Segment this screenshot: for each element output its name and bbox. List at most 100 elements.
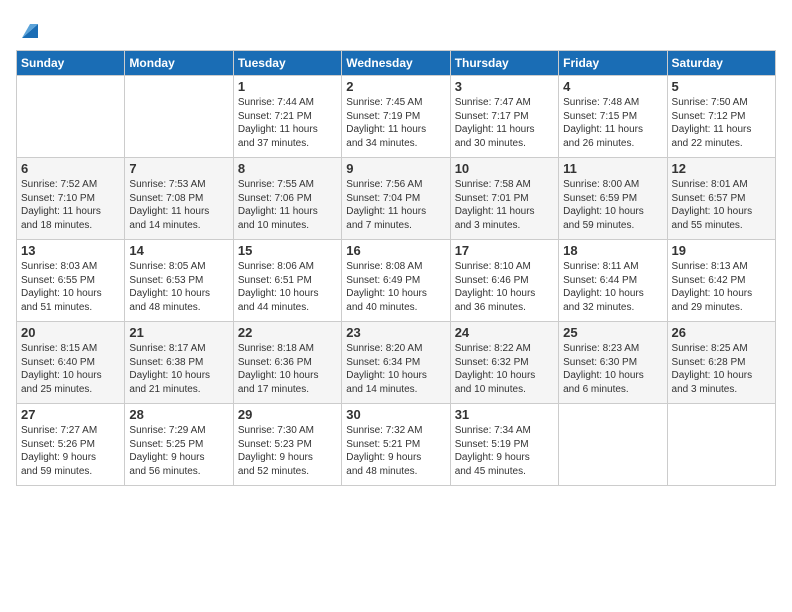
calendar-cell: 24 Sunrise: 8:22 AM Sunset: 6:32 PM Dayli… (450, 322, 558, 404)
day-number: 20 (21, 325, 120, 340)
day-info: Sunrise: 8:06 AM Sunset: 6:51 PM Dayligh… (238, 260, 337, 314)
day-number: 30 (346, 407, 445, 422)
day-info: Sunrise: 8:13 AM Sunset: 6:42 PM Dayligh… (672, 260, 771, 314)
day-info: Sunrise: 7:27 AM Sunset: 5:26 PM Dayligh… (21, 424, 120, 478)
calendar-cell: 6 Sunrise: 7:52 AM Sunset: 7:10 PM Daylig… (17, 158, 125, 240)
day-info: Sunrise: 8:18 AM Sunset: 6:36 PM Dayligh… (238, 342, 337, 396)
calendar-cell: 31 Sunrise: 7:34 AM Sunset: 5:19 PM Dayli… (450, 404, 558, 486)
calendar-cell (559, 404, 667, 486)
day-number: 31 (455, 407, 554, 422)
day-number: 13 (21, 243, 120, 258)
calendar-cell: 1 Sunrise: 7:44 AM Sunset: 7:21 PM Daylig… (233, 76, 341, 158)
day-number: 1 (238, 79, 337, 94)
day-info: Sunrise: 8:00 AM Sunset: 6:59 PM Dayligh… (563, 178, 662, 232)
day-info: Sunrise: 7:45 AM Sunset: 7:19 PM Dayligh… (346, 96, 445, 150)
calendar-cell: 20 Sunrise: 8:15 AM Sunset: 6:40 PM Dayli… (17, 322, 125, 404)
day-number: 21 (129, 325, 228, 340)
day-info: Sunrise: 7:34 AM Sunset: 5:19 PM Dayligh… (455, 424, 554, 478)
day-info: Sunrise: 8:03 AM Sunset: 6:55 PM Dayligh… (21, 260, 120, 314)
day-info: Sunrise: 7:58 AM Sunset: 7:01 PM Dayligh… (455, 178, 554, 232)
day-header-wednesday: Wednesday (342, 51, 450, 76)
day-info: Sunrise: 8:11 AM Sunset: 6:44 PM Dayligh… (563, 260, 662, 314)
calendar-week-2: 6 Sunrise: 7:52 AM Sunset: 7:10 PM Daylig… (17, 158, 776, 240)
calendar-cell: 19 Sunrise: 8:13 AM Sunset: 6:42 PM Dayli… (667, 240, 775, 322)
day-info: Sunrise: 8:17 AM Sunset: 6:38 PM Dayligh… (129, 342, 228, 396)
calendar-cell: 11Sunrise: 8:00 AM Sunset: 6:59 PM Dayli… (559, 158, 667, 240)
day-info: Sunrise: 7:50 AM Sunset: 7:12 PM Dayligh… (672, 96, 771, 150)
day-number: 22 (238, 325, 337, 340)
day-number: 6 (21, 161, 120, 176)
calendar-cell: 26 Sunrise: 8:25 AM Sunset: 6:28 PM Dayli… (667, 322, 775, 404)
day-info: Sunrise: 7:56 AM Sunset: 7:04 PM Dayligh… (346, 178, 445, 232)
calendar-cell: 29 Sunrise: 7:30 AM Sunset: 5:23 PM Dayli… (233, 404, 341, 486)
day-header-tuesday: Tuesday (233, 51, 341, 76)
day-number: 15 (238, 243, 337, 258)
logo (16, 12, 42, 42)
logo-icon (18, 14, 42, 42)
day-info: Sunrise: 8:20 AM Sunset: 6:34 PM Dayligh… (346, 342, 445, 396)
page: SundayMondayTuesdayWednesdayThursdayFrid… (0, 0, 792, 612)
day-number: 4 (563, 79, 662, 94)
day-number: 24 (455, 325, 554, 340)
day-info: Sunrise: 7:48 AM Sunset: 7:15 PM Dayligh… (563, 96, 662, 150)
calendar-cell: 10 Sunrise: 7:58 AM Sunset: 7:01 PM Dayli… (450, 158, 558, 240)
day-number: 14 (129, 243, 228, 258)
day-number: 25 (563, 325, 662, 340)
day-info: Sunrise: 8:23 AM Sunset: 6:30 PM Dayligh… (563, 342, 662, 396)
calendar-week-4: 20 Sunrise: 8:15 AM Sunset: 6:40 PM Dayli… (17, 322, 776, 404)
day-info: Sunrise: 8:25 AM Sunset: 6:28 PM Dayligh… (672, 342, 771, 396)
calendar-cell: 3Sunrise: 7:47 AM Sunset: 7:17 PM Daylig… (450, 76, 558, 158)
calendar-cell: 27 Sunrise: 7:27 AM Sunset: 5:26 PM Dayli… (17, 404, 125, 486)
calendar-cell: 28 Sunrise: 7:29 AM Sunset: 5:25 PM Dayli… (125, 404, 233, 486)
calendar-cell: 7 Sunrise: 7:53 AM Sunset: 7:08 PM Daylig… (125, 158, 233, 240)
day-header-thursday: Thursday (450, 51, 558, 76)
calendar-cell: 25 Sunrise: 8:23 AM Sunset: 6:30 PM Dayli… (559, 322, 667, 404)
day-number: 27 (21, 407, 120, 422)
calendar-header-row: SundayMondayTuesdayWednesdayThursdayFrid… (17, 51, 776, 76)
day-info: Sunrise: 8:05 AM Sunset: 6:53 PM Dayligh… (129, 260, 228, 314)
day-info: Sunrise: 7:47 AM Sunset: 7:17 PM Dayligh… (455, 96, 554, 150)
day-info: Sunrise: 7:53 AM Sunset: 7:08 PM Dayligh… (129, 178, 228, 232)
day-number: 10 (455, 161, 554, 176)
calendar-cell: 22 Sunrise: 8:18 AM Sunset: 6:36 PM Dayli… (233, 322, 341, 404)
day-number: 29 (238, 407, 337, 422)
calendar-week-5: 27 Sunrise: 7:27 AM Sunset: 5:26 PM Dayli… (17, 404, 776, 486)
day-info: Sunrise: 8:10 AM Sunset: 6:46 PM Dayligh… (455, 260, 554, 314)
calendar-cell: 8Sunrise: 7:55 AM Sunset: 7:06 PM Daylig… (233, 158, 341, 240)
day-number: 9 (346, 161, 445, 176)
day-info: Sunrise: 8:01 AM Sunset: 6:57 PM Dayligh… (672, 178, 771, 232)
day-number: 18 (563, 243, 662, 258)
day-header-monday: Monday (125, 51, 233, 76)
day-info: Sunrise: 7:29 AM Sunset: 5:25 PM Dayligh… (129, 424, 228, 478)
calendar-cell: 14 Sunrise: 8:05 AM Sunset: 6:53 PM Dayli… (125, 240, 233, 322)
day-number: 16 (346, 243, 445, 258)
calendar-cell: 9 Sunrise: 7:56 AM Sunset: 7:04 PM Daylig… (342, 158, 450, 240)
day-number: 28 (129, 407, 228, 422)
day-number: 8 (238, 161, 337, 176)
calendar-cell: 23 Sunrise: 8:20 AM Sunset: 6:34 PM Dayli… (342, 322, 450, 404)
calendar-cell: 15 Sunrise: 8:06 AM Sunset: 6:51 PM Dayli… (233, 240, 341, 322)
calendar-cell: 4 Sunrise: 7:48 AM Sunset: 7:15 PM Daylig… (559, 76, 667, 158)
calendar-cell: 5Sunrise: 7:50 AM Sunset: 7:12 PM Daylig… (667, 76, 775, 158)
day-number: 7 (129, 161, 228, 176)
day-info: Sunrise: 8:22 AM Sunset: 6:32 PM Dayligh… (455, 342, 554, 396)
day-number: 26 (672, 325, 771, 340)
calendar-cell: 12 Sunrise: 8:01 AM Sunset: 6:57 PM Dayli… (667, 158, 775, 240)
day-info: Sunrise: 7:52 AM Sunset: 7:10 PM Dayligh… (21, 178, 120, 232)
day-info: Sunrise: 7:30 AM Sunset: 5:23 PM Dayligh… (238, 424, 337, 478)
calendar-cell: 17Sunrise: 8:10 AM Sunset: 6:46 PM Dayli… (450, 240, 558, 322)
day-info: Sunrise: 8:15 AM Sunset: 6:40 PM Dayligh… (21, 342, 120, 396)
calendar-week-3: 13 Sunrise: 8:03 AM Sunset: 6:55 PM Dayli… (17, 240, 776, 322)
day-number: 23 (346, 325, 445, 340)
calendar-table: SundayMondayTuesdayWednesdayThursdayFrid… (16, 50, 776, 486)
day-info: Sunrise: 7:44 AM Sunset: 7:21 PM Dayligh… (238, 96, 337, 150)
calendar-cell (667, 404, 775, 486)
day-header-saturday: Saturday (667, 51, 775, 76)
day-info: Sunrise: 8:08 AM Sunset: 6:49 PM Dayligh… (346, 260, 445, 314)
calendar-cell (125, 76, 233, 158)
calendar-cell: 13 Sunrise: 8:03 AM Sunset: 6:55 PM Dayli… (17, 240, 125, 322)
calendar-cell: 18 Sunrise: 8:11 AM Sunset: 6:44 PM Dayli… (559, 240, 667, 322)
day-number: 19 (672, 243, 771, 258)
day-header-friday: Friday (559, 51, 667, 76)
day-number: 12 (672, 161, 771, 176)
